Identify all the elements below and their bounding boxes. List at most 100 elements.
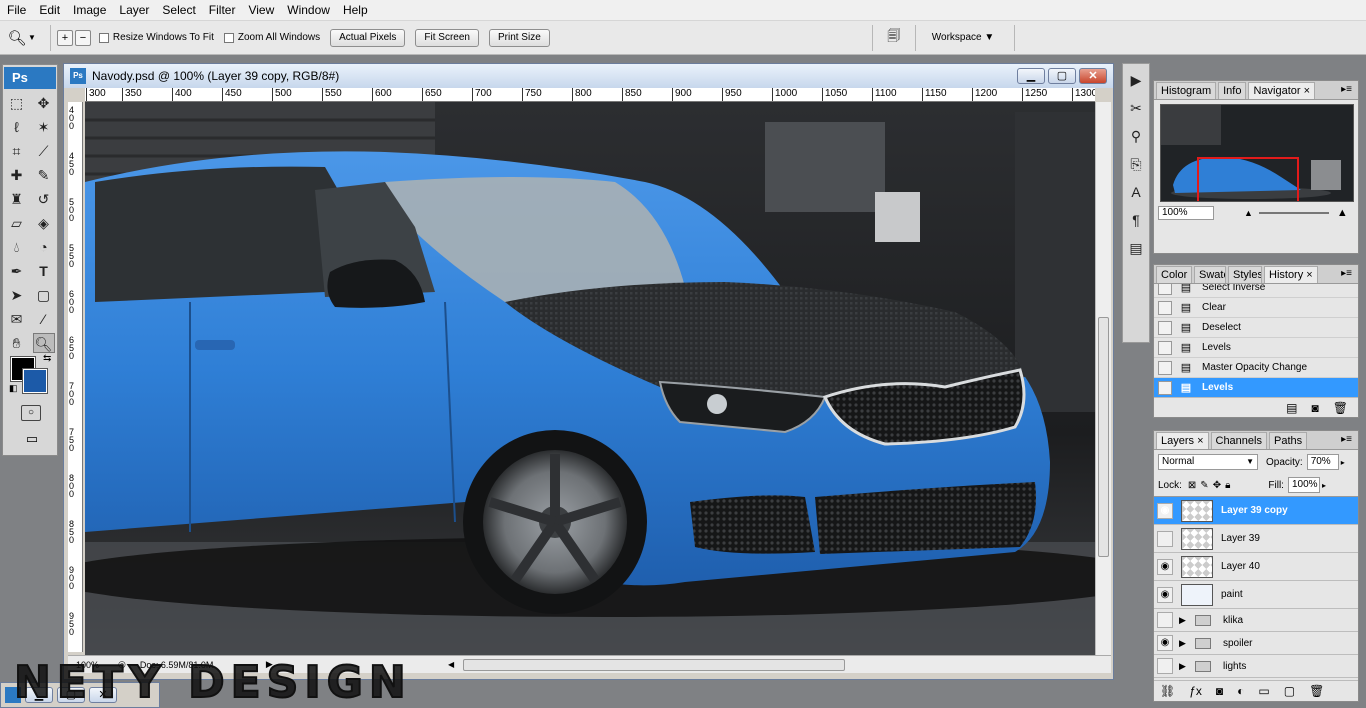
navigator-preview[interactable] bbox=[1160, 104, 1354, 202]
path-selection-icon[interactable]: ➤ bbox=[6, 285, 28, 305]
maximize-button[interactable]: ▢ bbox=[1048, 68, 1076, 84]
actions-play-icon[interactable]: ▶ bbox=[1125, 69, 1147, 91]
menu-help[interactable]: Help bbox=[336, 0, 374, 21]
zoom-out-small-icon[interactable]: ▲ bbox=[1244, 208, 1253, 218]
eraser-icon[interactable]: ▱ bbox=[6, 213, 28, 233]
bridge-icon[interactable]: 🗐 bbox=[879, 27, 909, 49]
shape-icon[interactable]: ▢ bbox=[33, 285, 55, 305]
tab-navigator[interactable]: Navigator × bbox=[1248, 82, 1316, 99]
history-brush-icon[interactable]: ↺ bbox=[33, 189, 55, 209]
navigator-menu-icon[interactable]: ▸≡ bbox=[1341, 84, 1352, 95]
navigator-view-box[interactable] bbox=[1197, 157, 1299, 201]
delete-state-icon[interactable]: 🗑︎ bbox=[1333, 401, 1348, 415]
paragraph-icon[interactable]: ¶ bbox=[1125, 209, 1147, 231]
vertical-scrollbar[interactable] bbox=[1095, 102, 1111, 655]
magic-wand-icon[interactable]: ✶ bbox=[33, 117, 55, 137]
history-item[interactable]: ▤ Master Opacity Change bbox=[1154, 358, 1358, 378]
brushes-icon[interactable]: ⚲ bbox=[1125, 125, 1147, 147]
notes-icon[interactable]: ✉ bbox=[6, 309, 28, 329]
minimize-button[interactable]: ▁ bbox=[1017, 68, 1045, 84]
lock-position-icon[interactable]: ✥ bbox=[1213, 480, 1221, 491]
marquee-icon[interactable]: ⬚ bbox=[6, 93, 28, 113]
paint-bucket-icon[interactable]: ◈ bbox=[33, 213, 55, 233]
visibility-eye-icon[interactable]: ◉ bbox=[1157, 635, 1173, 651]
fit-screen-button[interactable]: Fit Screen bbox=[415, 28, 479, 47]
visibility-toggle-empty[interactable] bbox=[1157, 612, 1173, 628]
layer-mask-icon[interactable]: ◙ bbox=[1216, 684, 1223, 698]
hand-icon[interactable]: ✋︎ bbox=[6, 333, 28, 353]
layer-style-icon[interactable]: ƒx bbox=[1189, 684, 1202, 698]
dodge-icon[interactable]: ◔ bbox=[33, 237, 55, 257]
visibility-toggle-empty[interactable] bbox=[1157, 658, 1173, 674]
history-item[interactable]: ▤ Levels bbox=[1154, 338, 1358, 358]
resize-windows-checkbox[interactable]: Resize Windows To Fit bbox=[98, 32, 214, 43]
expand-arrow-icon[interactable]: ▶ bbox=[1179, 661, 1189, 672]
tool-preset-dropdown-icon[interactable]: ▼ bbox=[28, 33, 36, 42]
zoom-in-icon[interactable]: + bbox=[56, 29, 73, 46]
menu-edit[interactable]: Edit bbox=[32, 0, 66, 21]
tab-paths[interactable]: Paths bbox=[1268, 432, 1308, 449]
scroll-left-icon[interactable]: ◀ bbox=[448, 660, 454, 669]
lasso-icon[interactable]: ℓ bbox=[6, 117, 28, 137]
lock-transparency-icon[interactable]: ⊠ bbox=[1188, 480, 1196, 491]
print-size-button[interactable]: Print Size bbox=[488, 28, 550, 47]
healing-brush-icon[interactable]: ✚ bbox=[6, 165, 28, 185]
group-row[interactable]: ▶ lights bbox=[1154, 655, 1358, 678]
fill-input[interactable]: 100% bbox=[1287, 477, 1320, 493]
lock-image-icon[interactable]: ✎ bbox=[1200, 480, 1208, 491]
history-item[interactable]: ▤ Deselect bbox=[1154, 318, 1358, 338]
quick-mask-icon[interactable]: ○ bbox=[21, 405, 41, 421]
fill-dropdown-icon[interactable]: ▸ bbox=[1322, 481, 1326, 490]
visibility-eye-icon[interactable]: ◉ bbox=[1157, 502, 1173, 519]
adjustment-layer-icon[interactable]: ◐ bbox=[1237, 684, 1244, 698]
group-row[interactable]: ◉ ▶ spoiler bbox=[1154, 632, 1358, 655]
layer-row[interactable]: Layer 39 bbox=[1154, 525, 1358, 553]
history-item[interactable]: ▤ Select Inverse bbox=[1154, 284, 1358, 298]
navigator-zoom-input[interactable]: 100% bbox=[1158, 206, 1214, 220]
horizontal-scroll-thumb[interactable] bbox=[463, 659, 845, 671]
close-button[interactable]: ✕ bbox=[1079, 68, 1107, 84]
new-group-icon[interactable]: ▭ bbox=[1258, 684, 1269, 698]
new-layer-icon[interactable]: ▢ bbox=[1284, 684, 1295, 698]
actual-pixels-button[interactable]: Actual Pixels bbox=[330, 28, 406, 47]
layer-comps-icon[interactable]: ▤ bbox=[1125, 237, 1147, 259]
default-colors-icon[interactable]: ◧ bbox=[9, 383, 18, 394]
document-title-bar[interactable]: Ps Navody.psd @ 100% (Layer 39 copy, RGB… bbox=[64, 64, 1113, 88]
tab-styles[interactable]: Styles bbox=[1228, 266, 1262, 283]
workspace-menu[interactable]: Workspace ▼ bbox=[932, 32, 995, 43]
menu-window[interactable]: Window bbox=[280, 0, 336, 21]
menu-select[interactable]: Select bbox=[155, 0, 201, 21]
new-document-from-state-icon[interactable]: ▤ bbox=[1286, 401, 1297, 415]
clone-source-icon[interactable]: ⎘ bbox=[1125, 153, 1147, 175]
swap-colors-icon[interactable]: ⇆ bbox=[43, 353, 51, 364]
link-layers-icon[interactable]: ⛓ bbox=[1160, 684, 1175, 698]
layer-row-selected[interactable]: ◉ Layer 39 copy bbox=[1154, 497, 1358, 525]
zoom-all-windows-checkbox[interactable]: Zoom All Windows bbox=[223, 32, 320, 43]
zoom-tool-selected-icon[interactable]: 🔍︎ bbox=[32, 333, 55, 353]
blend-mode-select[interactable]: Normal ▼ bbox=[1158, 454, 1258, 470]
delete-layer-icon[interactable]: 🗑︎ bbox=[1309, 684, 1324, 698]
tab-swatches[interactable]: Swatc bbox=[1194, 266, 1226, 283]
opacity-input[interactable]: 70% bbox=[1306, 454, 1339, 470]
type-icon[interactable]: T bbox=[33, 261, 55, 281]
character-icon[interactable]: A bbox=[1125, 181, 1147, 203]
menu-file[interactable]: File bbox=[0, 0, 32, 21]
layer-row[interactable]: ◉ paint bbox=[1154, 581, 1358, 609]
history-menu-icon[interactable]: ▸≡ bbox=[1341, 268, 1352, 279]
layer-row[interactable]: ◉ Layer 40 bbox=[1154, 553, 1358, 581]
expand-arrow-icon[interactable]: ▶ bbox=[1179, 638, 1189, 649]
tab-layers[interactable]: Layers × bbox=[1156, 432, 1209, 449]
pen-icon[interactable]: ✒ bbox=[6, 261, 28, 281]
visibility-eye-icon[interactable]: ◉ bbox=[1157, 586, 1173, 603]
visibility-toggle-empty[interactable] bbox=[1157, 530, 1173, 547]
lock-all-icon[interactable]: 🔒︎ bbox=[1225, 480, 1230, 491]
clone-stamp-icon[interactable]: ♜ bbox=[6, 189, 28, 209]
eyedropper-icon[interactable]: ⁄ bbox=[33, 309, 55, 329]
screen-mode-icon[interactable]: ▭ bbox=[21, 431, 43, 447]
expand-arrow-icon[interactable]: ▶ bbox=[1179, 615, 1189, 626]
tab-histogram[interactable]: Histogram bbox=[1156, 82, 1217, 99]
tool-presets-icon[interactable]: ✂ bbox=[1125, 97, 1147, 119]
menu-filter[interactable]: Filter bbox=[202, 0, 242, 21]
visibility-eye-icon[interactable]: ◉ bbox=[1157, 558, 1173, 575]
crop-icon[interactable]: ⌗ bbox=[6, 141, 28, 161]
